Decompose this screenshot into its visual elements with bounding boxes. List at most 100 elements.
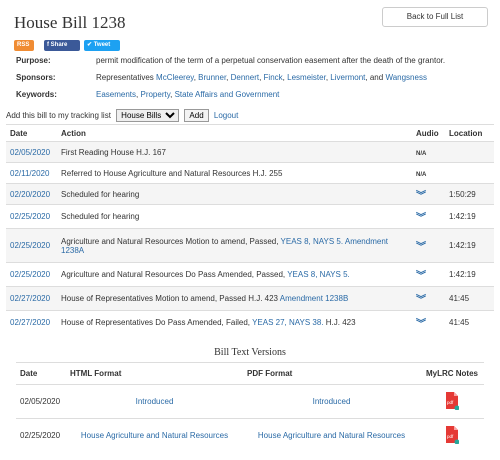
action-location: 1:42:19 xyxy=(445,262,494,287)
pdf-notes-icon[interactable]: pdf xyxy=(445,425,460,445)
tracking-list-select[interactable]: House Bills xyxy=(116,109,180,122)
actions-header-location: Location xyxy=(445,124,494,142)
keywords-list: Easements, Property, State Affairs and G… xyxy=(96,90,280,99)
sponsor-link[interactable]: Wangsness xyxy=(385,73,427,82)
action-location: 41:45 xyxy=(445,286,494,311)
action-text: Scheduled for hearing xyxy=(57,204,412,229)
actions-header-action: Action xyxy=(57,124,412,142)
amendment-link[interactable]: Amendment xyxy=(345,237,388,246)
versions-table: Date HTML Format PDF Format MyLRC Notes … xyxy=(16,362,484,453)
action-date-link[interactable]: 02/11/2020 xyxy=(10,169,49,178)
sponsors-prefix: Representatives xyxy=(96,73,154,82)
tracking-row: Add this bill to my tracking list House … xyxy=(6,109,238,123)
action-location: 1:42:19 xyxy=(445,204,494,229)
add-button[interactable]: Add xyxy=(184,109,209,122)
table-row: 02/25/2020 Agriculture and Natural Resou… xyxy=(6,228,494,263)
actions-table: Date Action Audio Location 02/05/2020 Fi… xyxy=(6,124,494,335)
sponsors-list: Representatives McCleerey, Brunner, Denn… xyxy=(96,73,427,82)
pdf-version-link[interactable]: Introduced xyxy=(313,397,351,406)
action-date-link[interactable]: 02/25/2020 xyxy=(10,270,50,279)
facebook-share-button[interactable]: f Share xyxy=(44,40,80,51)
action-text: Agriculture and Natural Resources Do Pas… xyxy=(61,270,286,279)
sponsor-link[interactable]: Finck xyxy=(264,73,283,82)
actions-header-date: Date xyxy=(6,124,57,142)
action-location: 1:42:19 xyxy=(445,228,494,263)
versions-header-date: Date xyxy=(16,362,66,385)
sponsor-link[interactable]: Lesmeister xyxy=(287,73,326,82)
play-audio-chevron-icon[interactable]: ︾ xyxy=(416,295,426,306)
audio-na: N/A xyxy=(416,150,427,157)
keyword-link[interactable]: Easements xyxy=(96,90,136,99)
table-row: 02/05/2020 First Reading House H.J. 167 … xyxy=(6,141,494,163)
action-date-link[interactable]: 02/20/2020 xyxy=(10,190,50,199)
pdf-notes-icon[interactable]: pdf xyxy=(445,391,460,410)
action-cell: House of Representatives Motion to amend… xyxy=(57,286,412,311)
vote-link[interactable]: YEAS 8, NAYS 5. xyxy=(287,270,350,279)
pdf-icon-text: pdf xyxy=(447,434,454,439)
vote-link[interactable]: YEAS 8, NAYS 5. xyxy=(281,237,344,246)
table-row: 02/25/2020 Scheduled for hearing ︾ 1:42:… xyxy=(6,204,494,229)
page-title: House Bill 1238 xyxy=(14,13,126,32)
play-audio-chevron-icon[interactable]: ︾ xyxy=(416,271,426,282)
version-date: 02/05/2020 xyxy=(16,384,66,419)
sponsors-and: and xyxy=(369,73,384,82)
action-date-link[interactable]: 02/05/2020 xyxy=(10,148,50,157)
versions-header-pdf: PDF Format xyxy=(243,362,420,385)
play-audio-chevron-icon[interactable]: ︾ xyxy=(416,213,426,224)
table-row: 02/27/2020 House of Representatives Do P… xyxy=(6,310,494,335)
tracking-label: Add this bill to my tracking list xyxy=(6,111,111,120)
play-audio-chevron-icon[interactable]: ︾ xyxy=(416,191,426,202)
sponsor-link[interactable]: Dennert xyxy=(231,73,259,82)
sponsors-label: Sponsors: xyxy=(16,73,56,82)
html-version-link[interactable]: Introduced xyxy=(136,397,174,406)
action-location: 1:50:29 xyxy=(445,183,494,205)
play-audio-chevron-icon[interactable]: ︾ xyxy=(416,319,426,330)
action-cell: House of Representatives Do Pass Amended… xyxy=(57,310,412,335)
action-date-link[interactable]: 02/25/2020 xyxy=(10,212,50,221)
rss-button[interactable]: RSS xyxy=(14,40,34,51)
action-date-link[interactable]: 02/27/2020 xyxy=(10,318,50,327)
action-text: House of Representatives Motion to amend… xyxy=(61,294,279,303)
keyword-link[interactable]: Property xyxy=(140,90,170,99)
table-row: 02/27/2020 House of Representatives Moti… xyxy=(6,286,494,311)
keywords-label: Keywords: xyxy=(16,90,57,99)
back-to-full-list-button[interactable]: Back to Full List xyxy=(382,7,488,27)
vote-link[interactable]: YEAS 27, NAYS 38. xyxy=(252,318,323,327)
table-row: 02/11/2020 Referred to House Agriculture… xyxy=(6,162,494,184)
amendment-link[interactable]: Amendment 1238B xyxy=(280,294,349,303)
action-text: House of Representatives Do Pass Amended… xyxy=(61,318,250,328)
pdf-icon-text: pdf xyxy=(447,400,454,405)
action-date-link[interactable]: 02/27/2020 xyxy=(10,294,50,303)
purpose-label: Purpose: xyxy=(16,56,51,65)
action-text: Referred to House Agriculture and Natura… xyxy=(57,162,412,184)
table-row: 02/25/2020 Agriculture and Natural Resou… xyxy=(6,262,494,287)
sponsor-link[interactable]: Brunner xyxy=(198,73,226,82)
table-row: 02/05/2020 Introduced Introduced pdf xyxy=(16,384,484,419)
action-text: Scheduled for hearing xyxy=(57,183,412,205)
action-text: Agriculture and Natural Resources Motion… xyxy=(61,236,279,246)
table-row: 02/20/2020 Scheduled for hearing ︾ 1:50:… xyxy=(6,183,494,205)
action-location xyxy=(445,162,494,184)
purpose-text: permit modification of the term of a per… xyxy=(96,56,446,65)
logout-link[interactable]: Logout xyxy=(214,111,238,120)
play-audio-chevron-icon[interactable]: ︾ xyxy=(416,242,426,253)
audio-na: N/A xyxy=(416,171,427,178)
action-date-link[interactable]: 02/25/2020 xyxy=(10,241,50,250)
actions-header-audio: Audio xyxy=(412,124,445,142)
action-location: 41:45 xyxy=(445,310,494,335)
table-row: 02/25/2020 House Agriculture and Natural… xyxy=(16,418,484,453)
sponsor-link[interactable]: Livermont xyxy=(330,73,365,82)
version-date: 02/25/2020 xyxy=(16,418,66,453)
tweet-button[interactable]: ✔ Tweet xyxy=(84,40,120,51)
html-version-link[interactable]: House Agriculture and Natural Resources xyxy=(81,431,228,440)
versions-header-html: HTML Format xyxy=(66,362,243,385)
action-cell: Agriculture and Natural Resources Do Pas… xyxy=(57,262,412,287)
keyword-link[interactable]: State Affairs and Government xyxy=(175,90,280,99)
amendment-link[interactable]: 1238A xyxy=(61,246,84,255)
pdf-version-link[interactable]: House Agriculture and Natural Resources xyxy=(258,431,405,440)
versions-header-notes: MyLRC Notes xyxy=(420,362,484,385)
action-cell: Agriculture and Natural Resources Motion… xyxy=(57,228,412,263)
action-location xyxy=(445,141,494,163)
bill-text-versions-heading: Bill Text Versions xyxy=(214,347,286,358)
sponsor-link[interactable]: McCleerey xyxy=(156,73,194,82)
